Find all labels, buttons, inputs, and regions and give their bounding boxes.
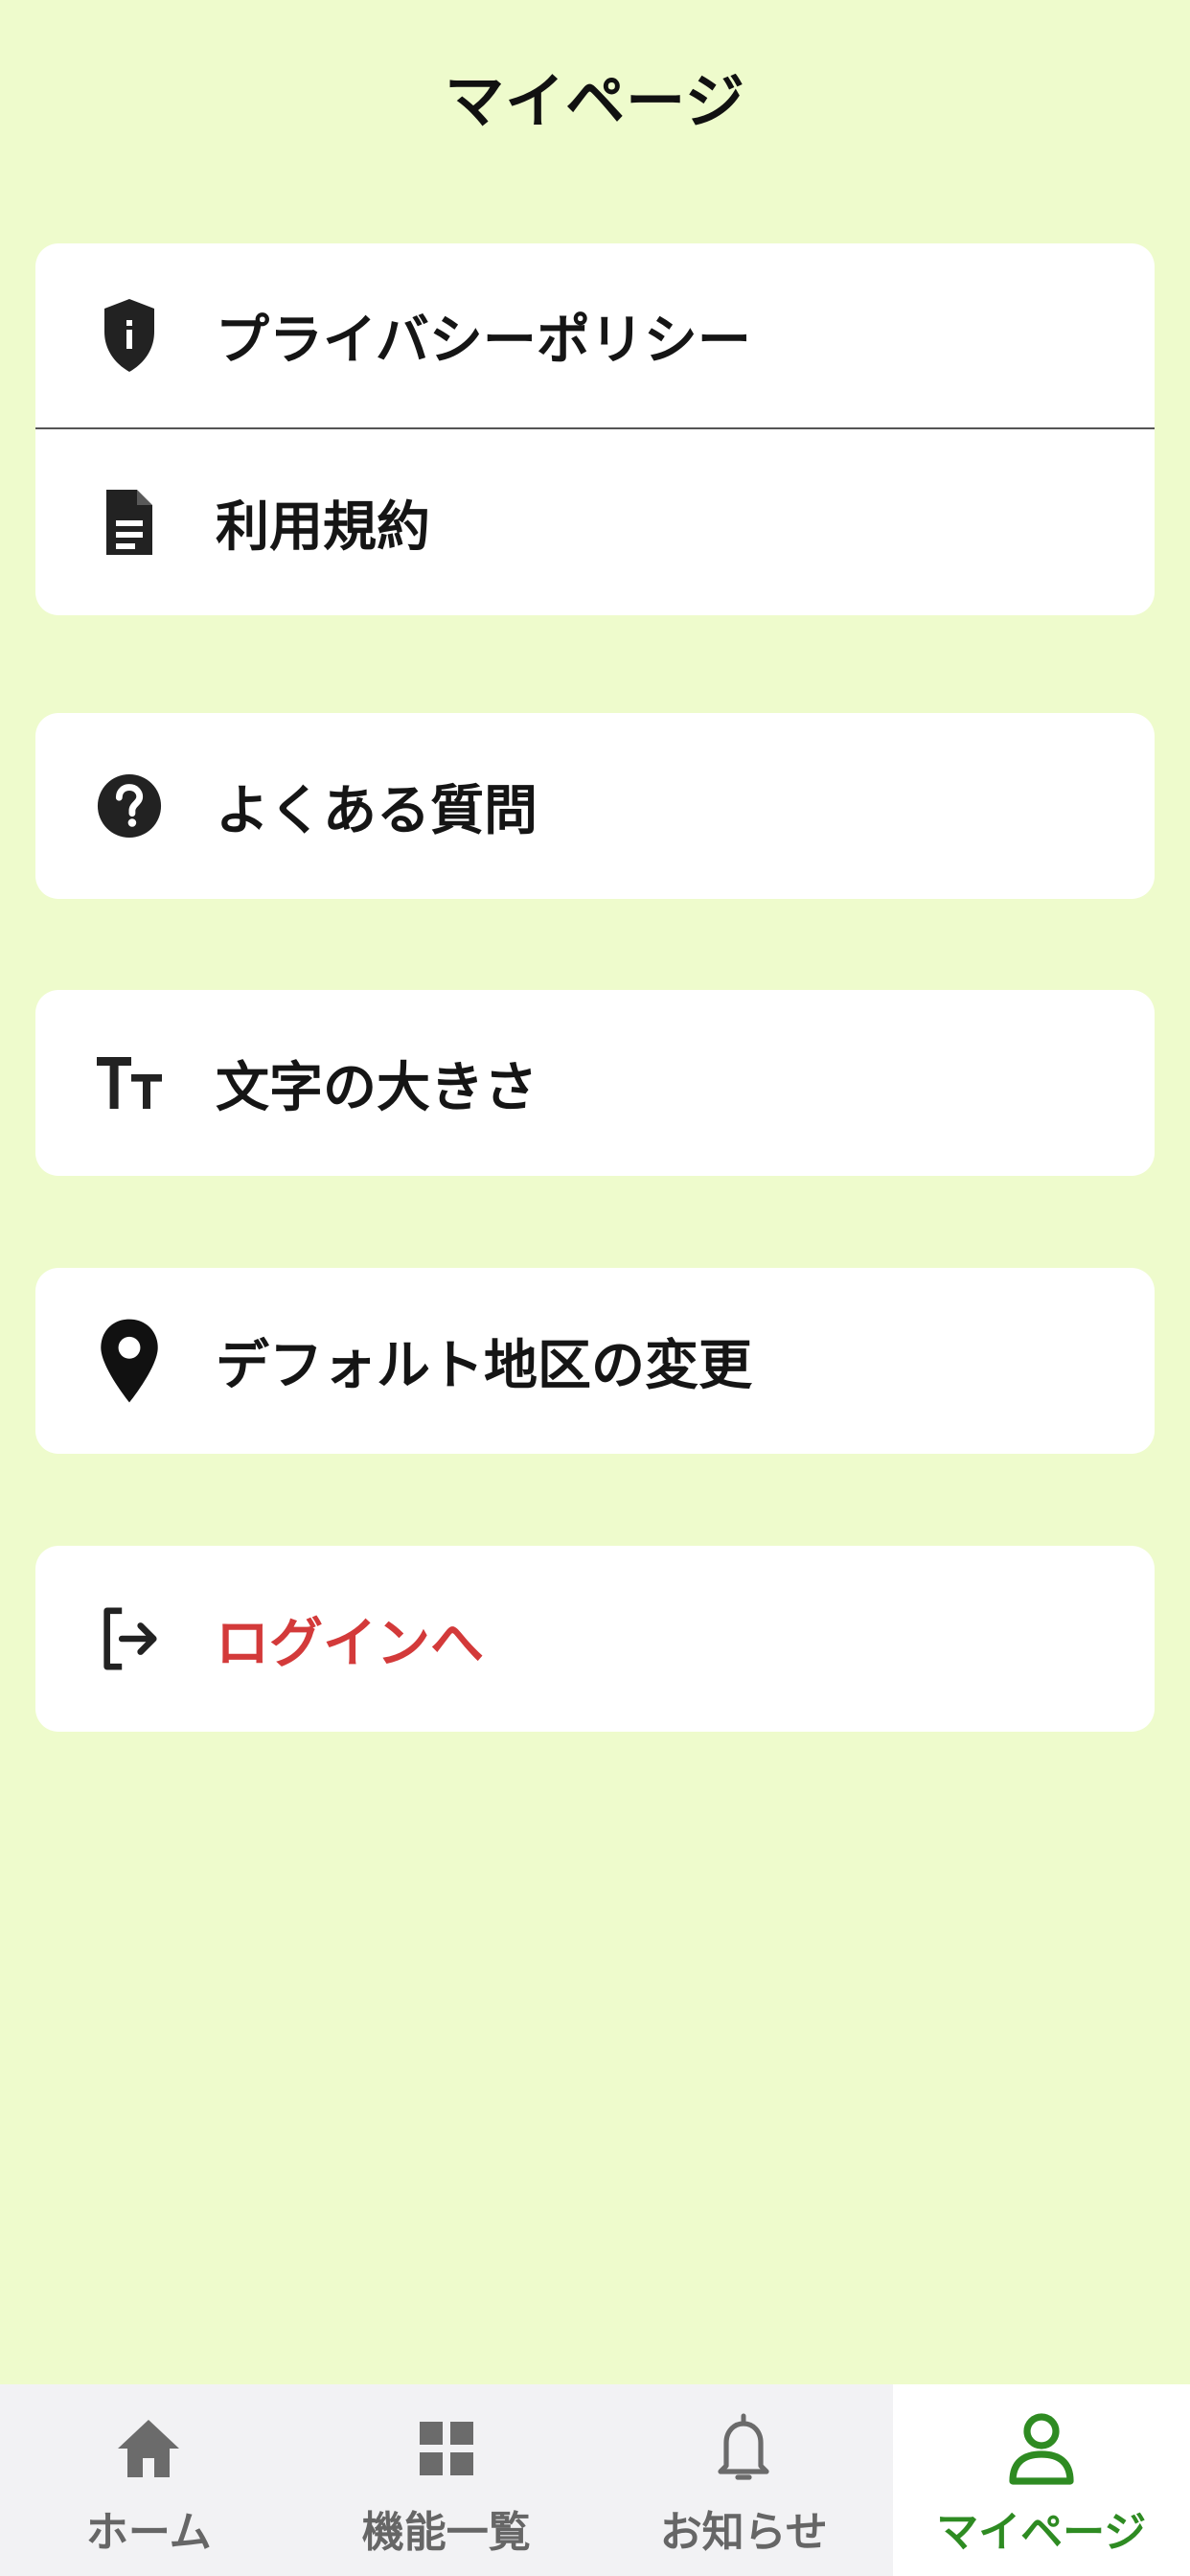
faq-label: よくある質問 (216, 779, 538, 842)
terms-item[interactable]: 利用規約 (35, 429, 1155, 615)
map-pin-icon (91, 1319, 168, 1403)
terms-label: 利用規約 (216, 495, 430, 559)
document-icon (91, 484, 168, 561)
login-card: ログインへ (35, 1546, 1155, 1732)
bell-icon (702, 2407, 785, 2490)
font-size-item[interactable]: 文字の大きさ (35, 990, 1155, 1176)
default-area-label: デフォルト地区の変更 (216, 1334, 752, 1397)
tab-home[interactable]: ホーム (0, 2384, 298, 2576)
text-size-icon (91, 1045, 168, 1121)
tab-features-label: 機能一覧 (361, 2508, 531, 2557)
login-item[interactable]: ログインへ (35, 1546, 1155, 1732)
grid-icon (405, 2407, 488, 2490)
header: マイページ (0, 0, 1190, 192)
bottom-tab-bar: ホーム 機能一覧 お知らせ マイページ (0, 2384, 1190, 2576)
faq-card: よくある質問 (35, 713, 1155, 899)
privacy-policy-label: プライバシーポリシー (216, 309, 751, 372)
question-circle-icon (91, 768, 168, 844)
login-icon (91, 1600, 168, 1677)
user-icon (1000, 2407, 1083, 2490)
faq-item[interactable]: よくある質問 (35, 713, 1155, 899)
page-title: マイページ (445, 66, 745, 136)
tab-mypage[interactable]: マイページ (892, 2384, 1190, 2576)
tab-notifications[interactable]: お知らせ (595, 2384, 893, 2576)
tab-mypage-label: マイページ (936, 2508, 1147, 2557)
font-size-label: 文字の大きさ (216, 1056, 538, 1119)
font-size-card: 文字の大きさ (35, 990, 1155, 1176)
legal-card: プライバシーポリシー 利用規約 (35, 243, 1155, 615)
tab-notifications-label: お知らせ (659, 2508, 828, 2557)
default-area-card: デフォルト地区の変更 (35, 1268, 1155, 1454)
default-area-item[interactable]: デフォルト地区の変更 (35, 1268, 1155, 1454)
login-label: ログインへ (216, 1612, 484, 1675)
tab-home-label: ホーム (85, 2508, 212, 2557)
tab-features[interactable]: 機能一覧 (298, 2384, 596, 2576)
home-icon (107, 2407, 190, 2490)
shield-icon (91, 297, 168, 374)
privacy-policy-item[interactable]: プライバシーポリシー (35, 243, 1155, 429)
